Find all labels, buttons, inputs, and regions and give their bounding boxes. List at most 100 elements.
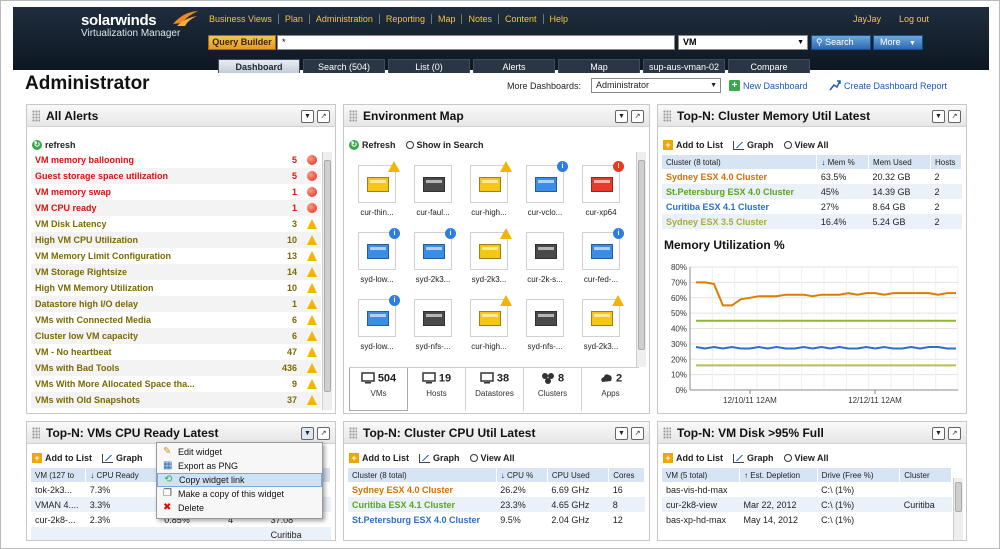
nav-item-plan[interactable]: Plan [279, 14, 310, 24]
graph-button[interactable]: Graph [733, 140, 774, 150]
widget-menu-button[interactable]: ▼ [615, 427, 628, 440]
drag-handle-icon[interactable] [32, 110, 40, 122]
scrollbar-thumb[interactable] [955, 482, 962, 512]
alert-row[interactable]: VM - No heartbeat 47 [31, 344, 321, 360]
column-header[interactable]: ↑ Est. Depletion [739, 468, 818, 482]
table-row[interactable]: Curitiba [31, 527, 331, 540]
column-header[interactable]: CPU Used [547, 468, 610, 482]
alert-row[interactable]: High VM CPU Utilization 10 [31, 232, 321, 248]
vm-tile[interactable]: i [414, 228, 456, 270]
table-row[interactable]: St.Petersburg ESX 4.0 Cluster 9.5% 2.04 GH… [348, 512, 645, 527]
widget-menu-button[interactable]: ▼ [301, 427, 314, 440]
graph-button[interactable]: Graph [419, 453, 460, 463]
nav-item-map[interactable]: Map [432, 14, 463, 24]
user-name-link[interactable]: JayJay [853, 14, 881, 24]
add-to-list-button[interactable]: + Add to List [663, 453, 723, 463]
tab-1[interactable]: Search (504) [303, 59, 385, 73]
column-header[interactable]: VM (127 to [31, 468, 87, 482]
new-dashboard-link[interactable]: + New Dashboard [729, 80, 808, 91]
summary-apps[interactable]: 2 Apps [582, 368, 639, 411]
widget-popout-icon[interactable]: ↗ [948, 427, 961, 440]
tab-0[interactable]: Dashboard [218, 59, 300, 73]
vm-tile[interactable] [470, 295, 512, 337]
alert-row[interactable]: Guest storage space utilization 5 [31, 168, 321, 184]
table-row[interactable]: bas-xp-hd-max May 14, 2012 C:\ (1%) [662, 512, 952, 527]
drag-handle-icon[interactable] [663, 427, 671, 439]
table-row[interactable]: Curitiba ESX 4.1 Cluster 23.3% 4.65 GHz 8 [348, 497, 645, 512]
search-button[interactable]: ⚲ Search [811, 35, 871, 50]
menu-item-edit-widget[interactable]: ✎ Edit widget [157, 445, 322, 459]
view-all-button[interactable]: View All [469, 453, 515, 463]
alert-row[interactable]: High VM Memory Utilization 10 [31, 280, 321, 296]
show-in-search-button[interactable]: Show in Search [405, 140, 484, 150]
column-header[interactable]: Cluster [899, 468, 952, 482]
alert-row[interactable]: VMs with Connected Media 6 [31, 312, 321, 328]
vm-tile[interactable] [526, 232, 564, 270]
widget-popout-icon[interactable]: ↗ [317, 427, 330, 440]
nav-item-reporting[interactable]: Reporting [380, 14, 432, 24]
vm-tile[interactable] [470, 161, 512, 203]
column-header[interactable]: ↓ Mem % [816, 155, 870, 169]
column-header[interactable]: Mem Used [868, 155, 931, 169]
table-row[interactable]: Curitiba ESX 4.1 Cluster 27% 8.64 GB 2 [662, 199, 962, 214]
envmap-scrollbar[interactable] [636, 152, 646, 367]
column-header[interactable]: ↓ CPU Ready [85, 468, 161, 482]
summary-datastores[interactable]: 38 Datastores [466, 368, 524, 411]
alerts-scrollbar[interactable] [322, 152, 332, 410]
drag-handle-icon[interactable] [32, 427, 40, 439]
scope-select[interactable]: VM ▼ [678, 35, 808, 50]
column-header[interactable]: Cluster (8 total) [348, 468, 497, 482]
nav-item-notes[interactable]: Notes [462, 14, 499, 24]
widget-menu-button[interactable]: ▼ [932, 427, 945, 440]
column-header[interactable]: VM (5 total) [662, 468, 741, 482]
logout-link[interactable]: Log out [899, 14, 929, 24]
scrollbar-thumb[interactable] [638, 160, 645, 350]
column-header[interactable]: Drive (Free %) [817, 468, 901, 482]
view-all-button[interactable]: View All [783, 453, 829, 463]
alert-row[interactable]: VMs with Bad Tools 436 [31, 360, 321, 376]
column-header[interactable]: Cores [608, 468, 645, 482]
more-button[interactable]: More ▼ [873, 35, 923, 50]
query-input[interactable]: * [277, 35, 675, 50]
nav-item-help[interactable]: Help [544, 14, 575, 24]
vm-tile[interactable]: i [358, 228, 400, 270]
add-to-list-button[interactable]: + Add to List [663, 140, 723, 150]
alert-row[interactable]: VM memory ballooning 5 [31, 152, 321, 168]
tab-5[interactable]: sup-aus-vman-02 [643, 59, 725, 73]
drag-handle-icon[interactable] [349, 110, 357, 122]
table-row[interactable]: Sydney ESX 4.0 Cluster 26.2% 6.69 GHz 16 [348, 482, 645, 497]
dashboard-select[interactable]: Administrator ▼ [591, 78, 721, 93]
summary-vms[interactable]: 504 VMs [349, 368, 408, 411]
menu-item-export-as-png[interactable]: ▦ Export as PNG [157, 459, 322, 473]
scrollbar-thumb[interactable] [324, 160, 331, 392]
query-builder-button[interactable]: Query Builder [208, 35, 276, 50]
nav-item-business-views[interactable]: Business Views [203, 14, 279, 24]
vm-tile[interactable]: i [526, 161, 568, 203]
create-dashboard-report-link[interactable]: Create Dashboard Report [829, 80, 947, 91]
add-to-list-button[interactable]: + Add to List [32, 453, 92, 463]
tab-4[interactable]: Map [558, 59, 640, 73]
menu-item-delete[interactable]: ✖ Delete [157, 501, 322, 515]
vm-tile[interactable]: i [582, 228, 624, 270]
widget-menu-button[interactable]: ▼ [301, 110, 314, 123]
alert-row[interactable]: VM Disk Latency 3 [31, 216, 321, 232]
alert-row[interactable]: Cluster low VM capacity 6 [31, 328, 321, 344]
add-to-list-button[interactable]: + Add to List [349, 453, 409, 463]
widget-popout-icon[interactable]: ↗ [948, 110, 961, 123]
nav-item-administration[interactable]: Administration [310, 14, 380, 24]
alert-row[interactable]: Datastore high I/O delay 1 [31, 296, 321, 312]
drag-handle-icon[interactable] [349, 427, 357, 439]
summary-clusters[interactable]: 8 Clusters [524, 368, 582, 411]
menu-item-copy-widget-link[interactable]: ⟲ Copy widget link [157, 473, 322, 487]
tab-3[interactable]: Alerts [473, 59, 555, 73]
vm-tile[interactable] [582, 295, 624, 337]
vm-tile[interactable] [470, 228, 512, 270]
graph-button[interactable]: Graph [102, 453, 143, 463]
drag-handle-icon[interactable] [663, 110, 671, 122]
graph-button[interactable]: Graph [733, 453, 774, 463]
table-row[interactable]: Sydney ESX 3.5 Cluster 16.4% 5.24 GB 2 [662, 214, 962, 229]
alert-row[interactable]: VMs With More Allocated Space tha... 9 [31, 376, 321, 392]
alert-row[interactable]: VMs with Old Snapshots 37 [31, 392, 321, 408]
column-header[interactable]: Cluster (8 total) [662, 155, 818, 169]
table-row[interactable]: Sydney ESX 4.0 Cluster 63.5% 20.32 GB 2 [662, 169, 962, 184]
